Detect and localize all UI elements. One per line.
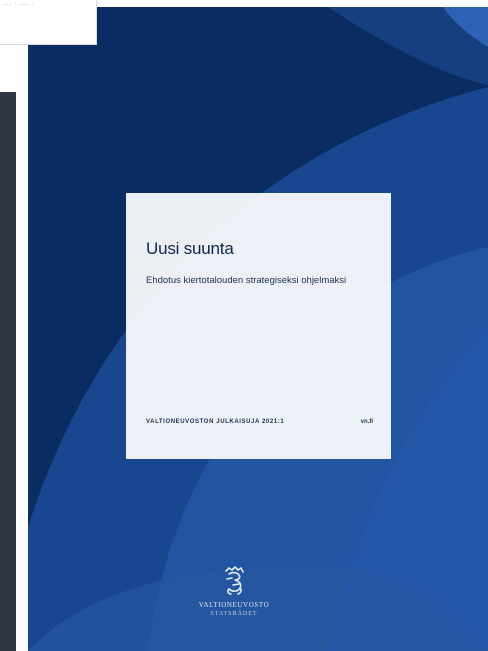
publisher-name-swedish: STATSRÅDET: [210, 611, 258, 617]
publication-title: Uusi suunta: [146, 239, 234, 258]
publication-subtitle: Ehdotus kiertotalouden strategiseksi ohj…: [146, 275, 347, 286]
publisher-website: vn.fi: [360, 419, 373, 425]
finnish-lion-crest-icon: [225, 566, 244, 595]
publication-series: VALTIONEUVOSTON JULKAISUJA 2021:1: [146, 419, 285, 425]
title-panel: Uusi suunta Ehdotus kiertotalouden strat…: [126, 193, 391, 459]
left-side-panel: [0, 92, 16, 651]
publisher-name-finnish: VALTIONEUVOSTO: [198, 601, 270, 609]
thumbnail-caption: .... · .... ·: [2, 0, 35, 7]
publication-cover[interactable]: Uusi suunta Ehdotus kiertotalouden strat…: [28, 7, 488, 651]
document-viewer: .... · .... · Uusi suunta Ehdotus kierto…: [0, 0, 488, 651]
thumbnail-card[interactable]: .... · .... ·: [0, 0, 97, 45]
